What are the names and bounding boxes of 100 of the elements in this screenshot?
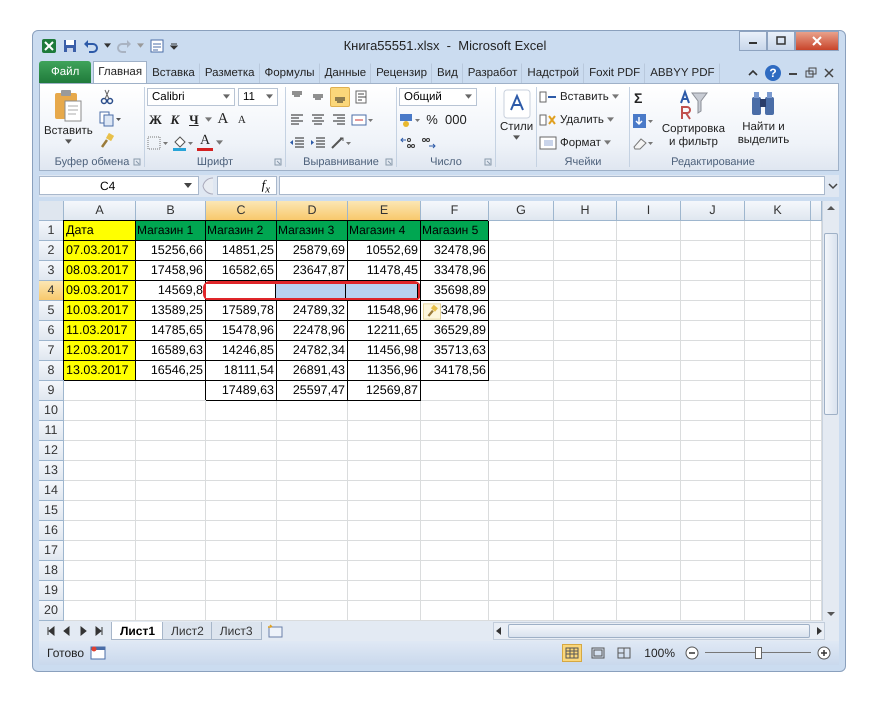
fill-down-icon[interactable]	[632, 112, 654, 129]
empty-cell[interactable]	[348, 400, 421, 421]
borders-icon[interactable]	[147, 134, 169, 151]
row-header[interactable]: 3	[39, 260, 64, 281]
empty-cell[interactable]	[681, 340, 745, 361]
row-header[interactable]: 18	[39, 560, 64, 581]
empty-cell[interactable]	[681, 320, 745, 341]
empty-cell[interactable]	[489, 340, 554, 361]
empty-cell[interactable]	[681, 360, 745, 381]
empty-cell[interactable]	[421, 440, 489, 461]
row-header[interactable]: 13	[39, 460, 64, 481]
caret-icon[interactable]	[64, 138, 72, 144]
empty-cell[interactable]	[421, 380, 489, 401]
row-header[interactable]: 7	[39, 340, 64, 361]
table-cell[interactable]	[276, 284, 346, 298]
table-cell[interactable]: Магазин 3	[277, 220, 348, 241]
save-icon[interactable]	[62, 38, 78, 54]
table-cell[interactable]	[206, 284, 276, 298]
normal-view-button[interactable]	[562, 644, 582, 662]
table-cell[interactable]: Магазин 5	[421, 220, 489, 241]
zoom-level[interactable]: 100%	[644, 646, 675, 660]
empty-cell[interactable]	[421, 560, 489, 581]
zoom-in-icon[interactable]	[817, 646, 831, 660]
empty-cell[interactable]	[489, 300, 554, 321]
empty-cell[interactable]	[681, 560, 745, 581]
table-cell[interactable]: 24782,34	[277, 340, 348, 361]
empty-cell[interactable]	[554, 280, 617, 301]
formula-grip-icon[interactable]	[201, 176, 215, 195]
fill-color-icon[interactable]	[172, 134, 194, 151]
empty-cell[interactable]	[489, 480, 554, 501]
empty-cell[interactable]	[489, 400, 554, 421]
empty-cell[interactable]	[617, 280, 681, 301]
empty-cell[interactable]	[681, 220, 745, 241]
empty-cell[interactable]	[277, 560, 348, 581]
delete-cells-button[interactable]: Удалить	[539, 110, 614, 130]
empty-cell[interactable]	[489, 440, 554, 461]
table-cell[interactable]	[346, 284, 418, 298]
table-cell[interactable]: 36529,89	[421, 320, 489, 341]
bold-button[interactable]: Ж	[147, 110, 164, 129]
empty-cell[interactable]	[745, 280, 811, 301]
ribbon-tab[interactable]: Главная	[93, 60, 148, 83]
empty-cell[interactable]	[681, 500, 745, 521]
empty-cell[interactable]	[136, 420, 206, 441]
redo-icon[interactable]	[116, 38, 132, 54]
empty-cell[interactable]	[554, 480, 617, 501]
column-header[interactable]: H	[554, 200, 617, 221]
column-header[interactable]: D	[277, 200, 348, 221]
empty-cell[interactable]	[277, 440, 348, 461]
increase-font-button[interactable]: A	[214, 110, 231, 129]
empty-cell[interactable]	[681, 280, 745, 301]
file-tab[interactable]: Файл	[39, 60, 92, 83]
align-lines-icon[interactable]	[330, 86, 350, 107]
empty-cell[interactable]	[277, 540, 348, 561]
caret-icon[interactable]	[612, 94, 619, 100]
help-button[interactable]: ?	[765, 64, 781, 81]
sheet-nav-icon[interactable]	[45, 625, 57, 638]
caret-icon[interactable]	[465, 94, 472, 100]
caret-icon[interactable]	[204, 117, 212, 122]
row-header[interactable]: 14	[39, 480, 64, 501]
empty-cell[interactable]	[617, 580, 681, 601]
empty-cell[interactable]	[348, 440, 421, 461]
column-header[interactable]: G	[489, 200, 554, 221]
table-cell[interactable]: 08.03.2017	[64, 260, 136, 281]
empty-cell[interactable]	[745, 500, 811, 521]
empty-cell[interactable]	[421, 500, 489, 521]
empty-cell[interactable]	[206, 420, 277, 441]
empty-cell[interactable]	[617, 240, 681, 261]
table-cell[interactable]: 16589,63	[136, 340, 206, 361]
empty-cell[interactable]	[489, 260, 554, 281]
caret-icon[interactable]	[184, 183, 192, 188]
empty-cell[interactable]	[206, 540, 277, 561]
scroll-thumb[interactable]	[508, 624, 810, 638]
table-cell[interactable]: 17489,63	[206, 380, 277, 401]
empty-cell[interactable]	[745, 520, 811, 541]
empty-cell[interactable]	[745, 360, 811, 381]
minimize-button[interactable]	[739, 31, 767, 51]
table-cell[interactable]: 11.03.2017	[64, 320, 136, 341]
scroll-thumb[interactable]	[824, 232, 838, 415]
table-cell[interactable]: 32478,96	[421, 240, 489, 261]
table-cell[interactable]: 11548,96	[348, 300, 421, 321]
paste-button[interactable]: Вставить	[42, 86, 95, 146]
empty-cell[interactable]	[348, 520, 421, 541]
empty-cell[interactable]	[206, 500, 277, 521]
empty-cell[interactable]	[554, 260, 617, 281]
copy-icon[interactable]	[98, 110, 121, 127]
empty-cell[interactable]	[136, 400, 206, 421]
empty-cell[interactable]	[745, 400, 811, 421]
empty-cell[interactable]	[617, 260, 681, 281]
row-header[interactable]: 10	[39, 400, 64, 421]
caret-icon[interactable]	[606, 117, 614, 122]
empty-cell[interactable]	[421, 520, 489, 541]
row-header[interactable]: 20	[39, 600, 64, 621]
empty-cell[interactable]	[617, 440, 681, 461]
empty-cell[interactable]	[348, 580, 421, 601]
table-cell[interactable]: 11356,96	[348, 360, 421, 381]
table-cell[interactable]: 24789,32	[277, 300, 348, 321]
table-cell[interactable]: 12211,65	[348, 320, 421, 341]
empty-cell[interactable]	[745, 480, 811, 501]
empty-cell[interactable]	[745, 240, 811, 261]
row-header[interactable]: 9	[39, 380, 64, 401]
